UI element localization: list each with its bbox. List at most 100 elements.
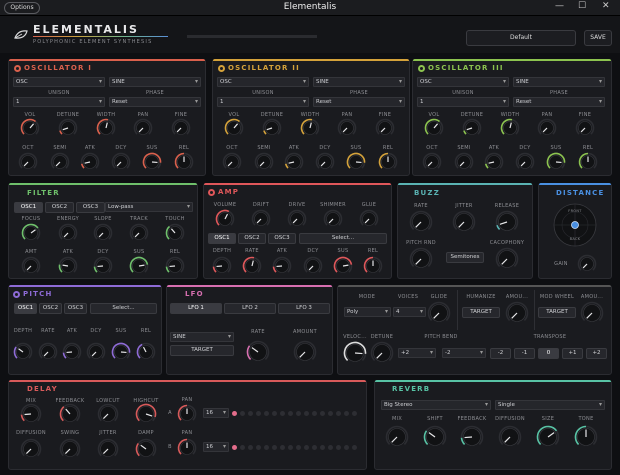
modwheel-target-button[interactable]: TARGET xyxy=(538,307,576,318)
oscillator-2-power-icon[interactable] xyxy=(218,65,225,72)
amp-mod-depth-knob[interactable] xyxy=(212,256,232,276)
filter-env-dcy-knob[interactable] xyxy=(93,256,113,276)
reverb-mix-knob[interactable] xyxy=(385,425,409,449)
osc-1-atk-knob[interactable] xyxy=(80,152,100,172)
osc-3-unison-select[interactable]: 1 xyxy=(417,97,509,107)
delay-step-b[interactable] xyxy=(312,445,317,450)
detune-knob[interactable] xyxy=(370,341,394,365)
delay-step-a[interactable] xyxy=(280,411,285,416)
osc-3-vol-knob[interactable] xyxy=(424,118,444,138)
close-button[interactable]: ✕ xyxy=(602,1,610,11)
voices-select[interactable]: 4 xyxy=(393,307,426,317)
osc-1-sus-knob[interactable] xyxy=(142,152,162,172)
delay-pan-b-knob[interactable] xyxy=(177,438,197,458)
transpose-1-button[interactable]: -1 xyxy=(514,348,535,359)
reverb-tone-knob[interactable] xyxy=(574,425,598,449)
osc-3-dcy-knob[interactable] xyxy=(515,152,535,172)
amp-mod-sus-knob[interactable] xyxy=(333,256,353,276)
delay-lowcut-knob[interactable] xyxy=(97,403,119,425)
osc-3-phase-select[interactable]: Reset xyxy=(513,97,605,107)
velocity-knob[interactable] xyxy=(343,341,367,365)
amp-tab-osc1[interactable]: OSC1 xyxy=(208,233,236,244)
buzz-jitter-knob[interactable] xyxy=(452,210,476,234)
osc-2-fine-knob[interactable] xyxy=(375,118,395,138)
transpose-4-button[interactable]: +2 xyxy=(586,348,607,359)
delay-highcut-knob[interactable] xyxy=(135,403,157,425)
delay-step-b[interactable] xyxy=(296,445,301,450)
osc-2-vol-knob[interactable] xyxy=(224,118,244,138)
delay-step-b[interactable] xyxy=(232,445,237,450)
osc-1-fine-knob[interactable] xyxy=(171,118,191,138)
lfo-rate-knob[interactable] xyxy=(246,340,270,364)
transpose-3-button[interactable]: +1 xyxy=(562,348,583,359)
osc-1-type-select[interactable]: OSC xyxy=(13,77,105,87)
osc-1-oct-knob[interactable] xyxy=(18,152,38,172)
osc-2-pan-knob[interactable] xyxy=(337,118,357,138)
lfo-amount-knob[interactable] xyxy=(293,340,317,364)
pitch-dcy-knob[interactable] xyxy=(86,342,106,362)
osc-2-detune-knob[interactable] xyxy=(262,118,282,138)
lfo-tab-1[interactable]: LFO 2 xyxy=(224,303,276,314)
delay-step-a[interactable] xyxy=(288,411,293,416)
osc-3-pan-knob[interactable] xyxy=(537,118,557,138)
delay-step-b[interactable] xyxy=(344,445,349,450)
osc-2-sus-knob[interactable] xyxy=(346,152,366,172)
amp-power-icon[interactable] xyxy=(208,189,215,196)
reverb-size-knob[interactable] xyxy=(536,425,560,449)
delay-swing-knob[interactable] xyxy=(59,438,81,460)
osc-3-fine-knob[interactable] xyxy=(575,118,595,138)
amp-drive-knob[interactable] xyxy=(287,209,307,229)
delay-step-a[interactable] xyxy=(272,411,277,416)
amp-mod-atk-knob[interactable] xyxy=(272,256,292,276)
minimize-button[interactable]: — xyxy=(555,1,564,11)
osc-1-phase-select[interactable]: Reset xyxy=(109,97,201,107)
filter-tab-osc2[interactable]: OSC2 xyxy=(45,202,74,213)
lfo-tab-0[interactable]: LFO 1 xyxy=(170,303,222,314)
filter-mode-select[interactable]: Low-pass xyxy=(105,202,193,212)
delay-damp-knob[interactable] xyxy=(135,438,157,460)
osc-3-wave-select[interactable]: SINE xyxy=(513,77,605,87)
filter-track-knob[interactable] xyxy=(129,223,149,243)
osc-1-detune-knob[interactable] xyxy=(58,118,78,138)
osc-1-wave-select[interactable]: SINE xyxy=(109,77,201,87)
pitch-sus-knob[interactable] xyxy=(111,342,131,362)
delay-step-a[interactable] xyxy=(304,411,309,416)
delay-step-b[interactable] xyxy=(280,445,285,450)
osc-1-unison-select[interactable]: 1 xyxy=(13,97,105,107)
osc-3-rel-knob[interactable] xyxy=(578,152,598,172)
amp-drift-knob[interactable] xyxy=(251,209,271,229)
reverb-feedback-knob[interactable] xyxy=(460,425,484,449)
pitchbend-down-select[interactable]: -2 xyxy=(442,348,486,358)
osc-2-semi-knob[interactable] xyxy=(254,152,274,172)
osc-1-dcy-knob[interactable] xyxy=(111,152,131,172)
filter-energy-knob[interactable] xyxy=(58,223,78,243)
amp-glue-knob[interactable] xyxy=(359,209,379,229)
humanize-target-button[interactable]: TARGET xyxy=(462,307,500,318)
filter-focus-knob[interactable] xyxy=(21,223,41,243)
filter-touch-knob[interactable] xyxy=(165,223,185,243)
delay-step-b[interactable] xyxy=(256,445,261,450)
amp-mod-dcy-knob[interactable] xyxy=(303,256,323,276)
delay-step-a[interactable] xyxy=(240,411,245,416)
delay-diffusion-knob[interactable] xyxy=(20,438,42,460)
delay-step-b[interactable] xyxy=(272,445,277,450)
filter-env-sus-knob[interactable] xyxy=(129,256,149,276)
delay-step-a[interactable] xyxy=(352,411,357,416)
reverb-mode-select[interactable]: Single xyxy=(495,400,605,410)
osc-1-rel-knob[interactable] xyxy=(174,152,194,172)
reverb-diffusion-knob[interactable] xyxy=(498,425,522,449)
pitch-rel-knob[interactable] xyxy=(136,342,156,362)
preset-selector[interactable]: Default xyxy=(466,30,576,46)
pitch-rate-knob[interactable] xyxy=(38,342,58,362)
lfo-target-button[interactable]: TARGET xyxy=(170,345,234,356)
delay-pan-a-knob[interactable] xyxy=(177,404,197,424)
buzz-pitch-rnd-knob[interactable] xyxy=(409,247,433,271)
buzz-release-knob[interactable] xyxy=(495,210,519,234)
delay-step-a[interactable] xyxy=(256,411,261,416)
osc-2-oct-knob[interactable] xyxy=(222,152,242,172)
osc-2-width-knob[interactable] xyxy=(300,118,320,138)
save-button[interactable]: SAVE xyxy=(584,30,612,46)
amp-volume-knob[interactable] xyxy=(215,209,235,229)
mode-select[interactable]: Poly xyxy=(344,307,391,317)
delay-step-b[interactable] xyxy=(288,445,293,450)
